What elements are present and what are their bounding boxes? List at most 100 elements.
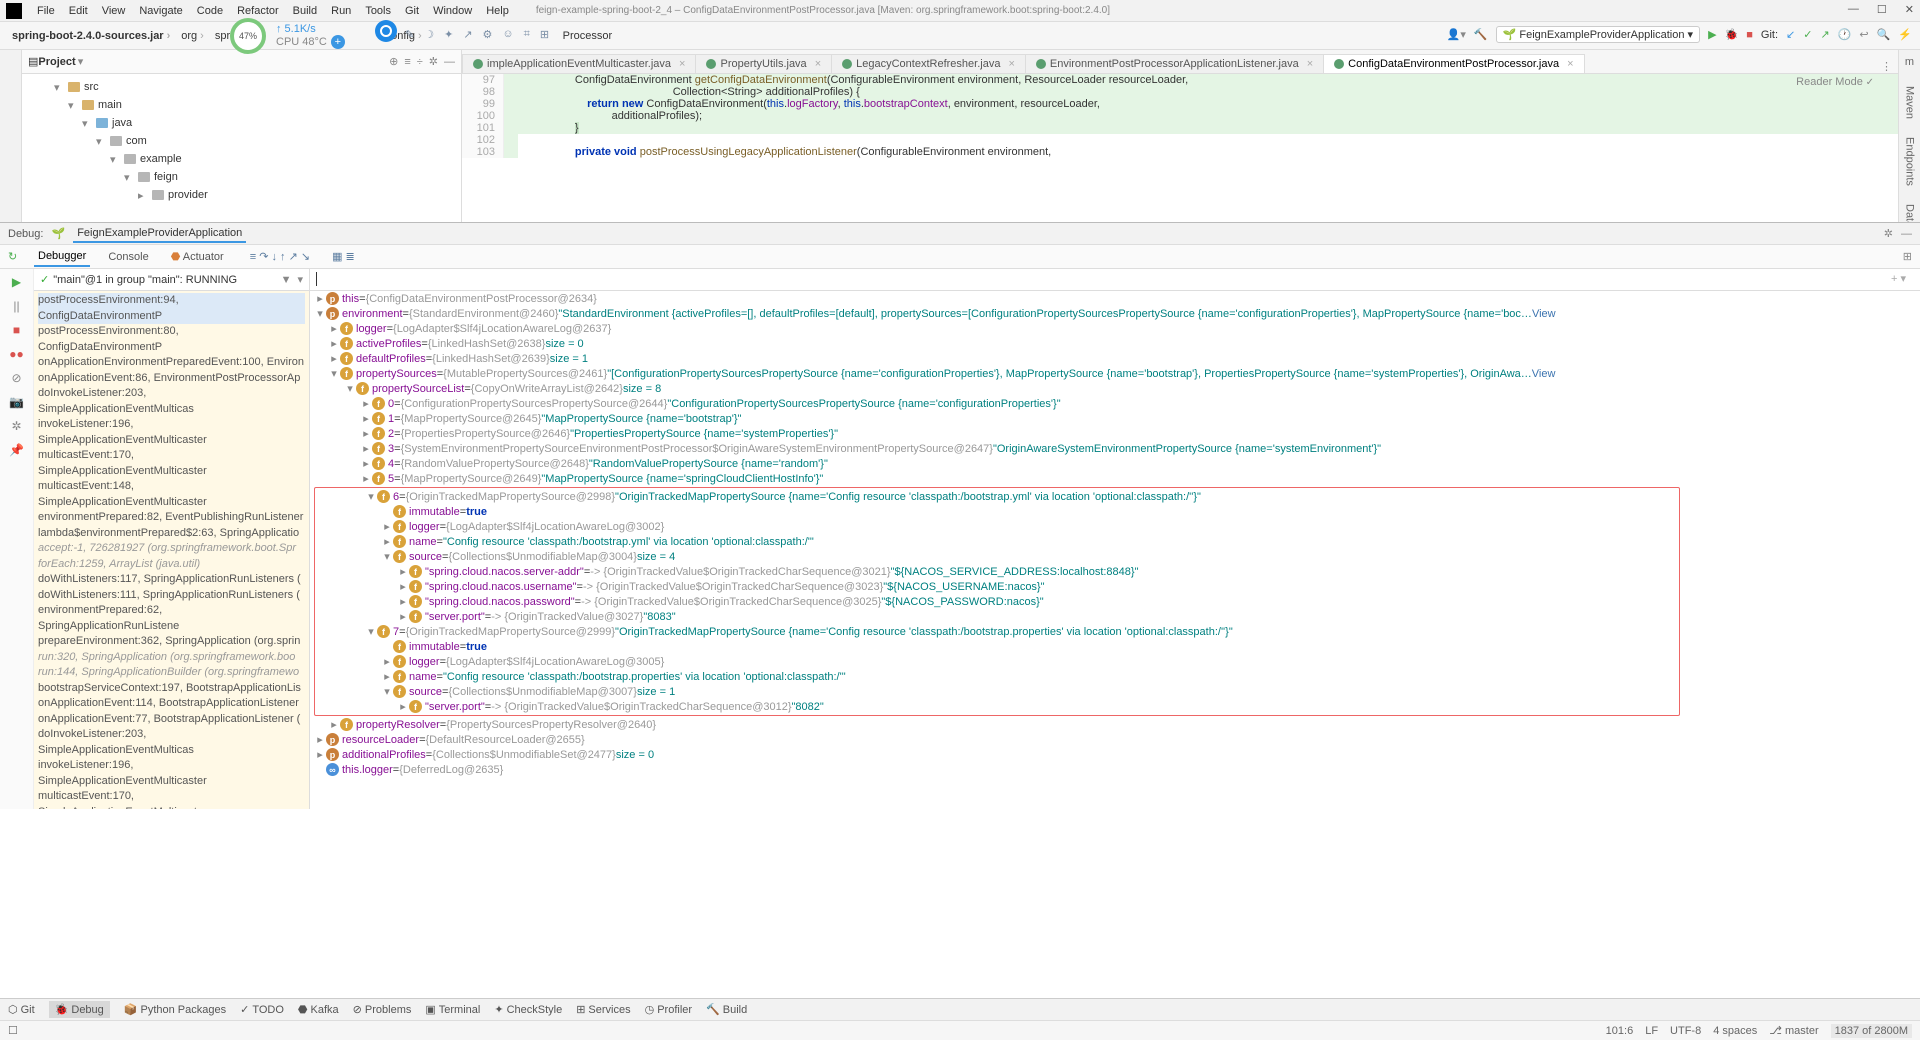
bottom-kafka[interactable]: ⬣ Kafka [298,1003,339,1016]
git-rollback-icon[interactable]: ↩ [1859,28,1868,41]
variables-input[interactable]: + ▾ [310,269,1920,291]
select-opened-icon[interactable]: ⊕ [389,55,398,68]
caret-position[interactable]: 101:6 [1606,1025,1634,1037]
bottom-problems[interactable]: ⊘ Problems [353,1003,412,1016]
bottom-profiler[interactable]: ◷ Profiler [645,1003,692,1016]
tab-debugger[interactable]: Debugger [34,247,90,267]
search-everywhere-icon[interactable]: 🔍 [1877,28,1891,41]
tb-icon-7[interactable]: ⌗ [524,28,530,41]
status-icon[interactable]: ☐ [8,1024,18,1037]
bottom-debug[interactable]: 🐞 Debug [49,1001,110,1018]
collapse-all-icon[interactable]: ÷ [417,56,423,68]
tb-icon-2[interactable]: ☽ [424,28,434,41]
cpu-gauge[interactable]: 47% [230,18,266,54]
step-icons[interactable]: ≡ ↷ ↓ ↑ ↗ ↘ [250,250,310,263]
stop-debug-icon[interactable]: ■ [13,323,20,337]
rerun-icon[interactable]: ↻ [8,250,17,263]
menu-edit[interactable]: Edit [62,5,95,17]
mute-bp-icon[interactable]: ⊘ [11,371,21,385]
frames-list[interactable]: postProcessEnvironment:94, ConfigDataEnv… [34,291,309,809]
menu-git[interactable]: Git [398,5,426,17]
debug-settings-icon[interactable]: ✲ [1884,227,1893,240]
tab-console[interactable]: Console [104,248,152,266]
git-push-icon[interactable]: ↗ [1820,28,1829,41]
eval-icon[interactable]: ▦ ≣ [332,250,355,263]
settings-gear-icon[interactable]: ✲ [429,55,438,68]
menu-run[interactable]: Run [324,5,358,17]
tab-envlistener[interactable]: EnvironmentPostProcessorApplicationListe… [1025,54,1324,73]
project-combo-icon[interactable]: ▤ [28,55,38,68]
menu-view[interactable]: View [95,5,133,17]
tab-actuator[interactable]: ⬣ Actuator [167,247,228,266]
tb-icon-3[interactable]: ✦ [444,28,453,41]
menu-window[interactable]: Window [426,5,479,17]
dropdown-icon[interactable]: ▾ [297,273,303,286]
menu-refactor[interactable]: Refactor [230,5,286,17]
layout-icon[interactable]: ⊞ [1903,250,1912,263]
menu-code[interactable]: Code [190,5,230,17]
settings-debug-icon[interactable]: ✲ [11,419,21,433]
indent[interactable]: 4 spaces [1713,1025,1757,1037]
bottom-checkstyle[interactable]: ✦ CheckStyle [494,1003,562,1016]
tab-multicaster[interactable]: impleApplicationEventMulticaster.java× [462,54,696,73]
run-icon[interactable]: ▶ [1708,28,1716,41]
git-commit-icon[interactable]: ✓ [1803,28,1812,41]
bottom-git[interactable]: ⬡ Git [8,1003,35,1016]
debug-app[interactable]: FeignExampleProviderApplication [73,225,246,243]
filter-icon[interactable]: ▼ [281,274,292,286]
breakpoints-icon[interactable]: ●● [9,347,24,361]
maven-tool-button[interactable]: Maven [1904,86,1916,119]
crumb-jar[interactable]: spring-boot-2.4.0-sources.jar [8,30,177,42]
add-widget-icon[interactable]: + [331,35,345,49]
tab-legacy[interactable]: LegacyContextRefresher.java× [831,54,1026,73]
bottom-python[interactable]: 📦 Python Packages [124,1003,226,1016]
crumb-processor[interactable]: Processor [559,30,617,42]
git-history-icon[interactable]: 🕐 [1838,28,1852,41]
variables-pane[interactable]: + ▾ ▸pthis = {ConfigDataEnvironmentPostP… [310,269,1920,809]
memory[interactable]: 1837 of 2800M [1831,1024,1912,1038]
menu-help[interactable]: Help [479,5,516,17]
tb-icon-4[interactable]: ↗ [463,28,472,41]
pause-icon[interactable]: || [13,299,19,313]
window-maximize[interactable]: ☐ [1877,3,1887,16]
stop-icon[interactable]: ■ [1746,29,1753,41]
camera-icon[interactable]: 📷 [9,395,24,409]
pin-icon[interactable]: 📌 [9,443,24,457]
search-icon[interactable] [375,20,397,42]
project-title[interactable]: Project [38,56,75,68]
tab-configdata[interactable]: ConfigDataEnvironmentPostProcessor.java× [1323,54,1584,73]
hide-icon[interactable]: — [444,56,455,68]
tab-propertyutils[interactable]: PropertyUtils.java× [695,54,832,73]
run-config-combo[interactable]: 🌱 FeignExampleProviderApplication ▾ [1496,26,1700,43]
menu-tools[interactable]: Tools [358,5,398,17]
tb-icon-5[interactable]: ⚙ [483,28,493,41]
window-minimize[interactable]: — [1848,3,1859,16]
crumb-org[interactable]: org [177,30,211,42]
debug-icon[interactable]: 🐞 [1725,28,1739,41]
tb-icon-8[interactable]: ⊞ [540,28,549,41]
endpoints-tool-button[interactable]: Endpoints [1904,137,1916,186]
menu-build[interactable]: Build [286,5,324,17]
resume-icon[interactable]: ▶ [12,275,21,289]
user-icon[interactable]: 👤▾ [1447,28,1466,41]
line-sep[interactable]: LF [1645,1025,1658,1037]
menu-navigate[interactable]: Navigate [132,5,189,17]
git-update-icon[interactable]: ↙ [1786,28,1795,41]
window-close[interactable]: ✕ [1905,3,1914,16]
reader-mode-label[interactable]: Reader Mode ✓ [1796,76,1874,88]
bottom-build[interactable]: 🔨 Build [706,1003,747,1016]
tb-icon-6[interactable]: ☺ [502,28,513,41]
settings-icon[interactable]: ⚡ [1898,28,1912,41]
debug-hide-icon[interactable]: — [1901,228,1912,240]
bottom-todo[interactable]: ✓ TODO [240,1003,284,1016]
encoding[interactable]: UTF-8 [1670,1025,1701,1037]
bottom-terminal[interactable]: ▣ Terminal [425,1003,480,1016]
bottom-services[interactable]: ⊞ Services [576,1003,630,1016]
hammer-icon[interactable]: 🔨 [1474,28,1488,41]
thread-combo[interactable]: "main"@1 in group "main": RUNNING [53,274,280,286]
tabs-more-icon[interactable]: ⋮ [1875,60,1898,73]
expand-all-icon[interactable]: ≡ [404,56,410,68]
git-branch[interactable]: ⎇ master [1769,1024,1818,1037]
tb-icon-1[interactable]: ✎ [405,28,414,41]
menu-file[interactable]: File [30,5,62,17]
